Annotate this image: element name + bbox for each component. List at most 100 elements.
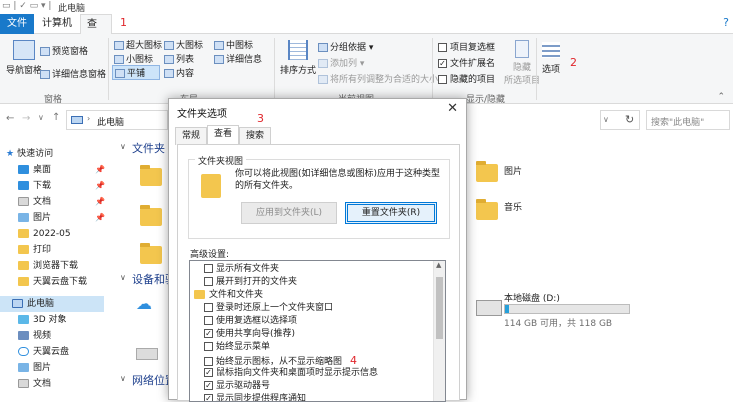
- group-by-button[interactable]: 分组依据 ▾: [318, 40, 373, 53]
- nav-item-browser-downloads[interactable]: 浏览器下载: [18, 258, 78, 274]
- scroll-thumb[interactable]: [436, 277, 443, 339]
- pin-icon[interactable]: 📌: [95, 165, 105, 174]
- tab-view[interactable]: 查看: [207, 125, 240, 145]
- layout-content[interactable]: 内容: [164, 66, 194, 79]
- chevron-down-icon[interactable]: ∨: [120, 142, 126, 151]
- music-folder-icon[interactable]: [476, 199, 498, 220]
- pictures-folder-icon[interactable]: [476, 161, 498, 182]
- nav-pane-button[interactable]: 导航窗格: [6, 40, 42, 76]
- reset-folders-button[interactable]: 重置文件夹(R): [345, 202, 437, 224]
- nav-this-pc[interactable]: 此电脑: [0, 296, 104, 312]
- setting-always-show-icons[interactable]: 始终显示图标，从不显示缩略图 4: [204, 354, 357, 367]
- details-pane-button[interactable]: 详细信息窗格: [40, 67, 106, 80]
- nav-item-2022-05[interactable]: 2022-05: [18, 226, 71, 242]
- nav-quick-access[interactable]: ★ 快速访问: [6, 146, 53, 162]
- checkbox[interactable]: ✓: [204, 394, 213, 401]
- setting-restore-windows[interactable]: 登录时还原上一个文件夹窗口: [204, 302, 333, 315]
- help-icon[interactable]: ?: [723, 16, 729, 29]
- tab-view[interactable]: 查看: [80, 14, 112, 50]
- checkbox[interactable]: ✓: [204, 329, 213, 338]
- back-icon[interactable]: ←: [6, 113, 14, 124]
- tab-file[interactable]: 文件: [0, 14, 34, 34]
- cloud-icon[interactable]: ☁: [136, 294, 152, 313]
- address-path: 此电脑: [97, 118, 125, 128]
- up-icon[interactable]: ↑: [52, 112, 60, 123]
- checkbox[interactable]: [204, 357, 213, 366]
- folder-icon[interactable]: [140, 165, 162, 186]
- checkbox[interactable]: [204, 303, 213, 312]
- setting-use-checkboxes[interactable]: 使用复选框以选择项: [204, 315, 297, 328]
- file-ext-toggle[interactable]: ✓ 文件扩展名: [438, 56, 495, 69]
- chevron-down-icon[interactable]: ∨: [120, 273, 126, 282]
- nav-item-3d[interactable]: 3D 对象: [18, 312, 67, 328]
- refresh-icon[interactable]: ↻: [625, 113, 634, 126]
- local-disk-icon[interactable]: [476, 300, 502, 316]
- scroll-up-icon[interactable]: ▲: [436, 261, 441, 269]
- checkbox[interactable]: ✓: [204, 368, 213, 377]
- setting-popup-description[interactable]: ✓ 鼠标指向文件夹和桌面项时显示提示信息: [204, 367, 378, 380]
- nav-item-documents[interactable]: 文档: [18, 194, 51, 210]
- close-icon[interactable]: ✕: [447, 101, 458, 116]
- setting-always-show-menus[interactable]: 始终显示菜单: [204, 341, 270, 354]
- nav-item-print[interactable]: 打印: [18, 242, 51, 258]
- options-button[interactable]: 选项: [542, 42, 560, 75]
- quick-access-toolbar[interactable]: ▭ | ✓ ▭ ▾ |: [2, 1, 51, 11]
- hide-selected-button[interactable]: 隐藏 所选项目: [504, 40, 540, 86]
- nav-item-pictures[interactable]: 图片: [18, 210, 51, 226]
- layout-small-icons[interactable]: 小图标: [114, 52, 153, 65]
- address-bar[interactable]: › 此电脑: [66, 110, 168, 130]
- setting-show-all-folders[interactable]: 显示所有文件夹: [204, 263, 279, 276]
- nav-item-cloud-downloads[interactable]: 天翼云盘下载: [18, 274, 87, 290]
- pin-icon[interactable]: 📌: [95, 181, 105, 190]
- layout-tiles[interactable]: 平铺: [112, 65, 161, 80]
- checkbox[interactable]: ✓: [204, 381, 213, 390]
- nav-item-cloud[interactable]: 天翼云盘: [18, 344, 69, 360]
- nav-item-videos[interactable]: 视频: [18, 328, 51, 344]
- chevron-down-icon[interactable]: ∨: [120, 374, 126, 383]
- layout-list[interactable]: 列表: [164, 52, 194, 65]
- layout-icon: [214, 41, 224, 50]
- checkbox[interactable]: [204, 316, 213, 325]
- checkbox[interactable]: [204, 342, 213, 351]
- pin-icon[interactable]: 📌: [95, 213, 105, 222]
- forward-icon[interactable]: →: [22, 113, 30, 124]
- layout-label: 内容: [176, 69, 195, 79]
- nav-label: 下载: [33, 181, 52, 191]
- nav-item-pc-pictures[interactable]: 图片: [18, 360, 51, 376]
- nav-item-desktop[interactable]: 桌面: [18, 162, 51, 178]
- layout-large-icons[interactable]: 大图标: [164, 38, 203, 51]
- folder-icon[interactable]: [140, 243, 162, 264]
- tab-computer[interactable]: 计算机: [36, 14, 78, 34]
- search-box[interactable]: 搜索"此电脑": [646, 110, 730, 130]
- apply-to-folders-button[interactable]: 应用到文件夹(L): [241, 202, 337, 224]
- ribbon-collapse-icon[interactable]: ⌃: [717, 92, 725, 102]
- nav-item-downloads[interactable]: 下载: [18, 178, 51, 194]
- setting-sync-notifications[interactable]: ✓ 显示同步提供程序通知: [204, 393, 306, 401]
- checkbox[interactable]: [204, 264, 213, 273]
- tab-search[interactable]: 搜索: [239, 127, 272, 145]
- pin-icon[interactable]: 📌: [95, 197, 105, 206]
- layout-xl-icons[interactable]: 超大图标: [114, 38, 162, 51]
- folder-icon[interactable]: [140, 205, 162, 226]
- drive-usage-bar: [504, 304, 630, 314]
- advanced-settings-list[interactable]: 显示所有文件夹 展开到打开的文件夹 文件和文件夹 登录时还原上一个文件夹窗口 使…: [189, 260, 446, 402]
- setting-expand-open-folder[interactable]: 展开到打开的文件夹: [204, 276, 297, 289]
- sort-button[interactable]: 排序方式: [280, 40, 316, 76]
- layout-medium-icons[interactable]: 中图标: [214, 38, 253, 51]
- list-scrollbar[interactable]: ▲: [433, 261, 445, 401]
- preview-pane-button[interactable]: 预览窗格: [40, 44, 88, 57]
- checkbox[interactable]: [204, 277, 213, 286]
- tab-general[interactable]: 常规: [175, 127, 208, 145]
- drive-icon[interactable]: [136, 348, 158, 360]
- nav-label: 图片: [33, 363, 52, 373]
- layout-details[interactable]: 详细信息: [214, 52, 262, 65]
- item-checkbox-toggle[interactable]: 项目复选框: [438, 40, 495, 53]
- fit-columns-button[interactable]: 将所有列调整为合适的大小: [318, 72, 438, 85]
- setting-drive-letters[interactable]: ✓ 显示驱动器号: [204, 380, 270, 393]
- add-column-button[interactable]: 添加列 ▾: [318, 56, 364, 69]
- nav-item-pc-documents[interactable]: 文档: [18, 376, 51, 392]
- setting-sharing-wizard[interactable]: ✓ 使用共享向导(推荐): [204, 328, 295, 341]
- hidden-items-toggle[interactable]: 隐藏的项目: [438, 72, 495, 85]
- history-dropdown-icon[interactable]: ∨: [38, 113, 44, 122]
- chevron-down-icon[interactable]: ∨: [603, 115, 609, 124]
